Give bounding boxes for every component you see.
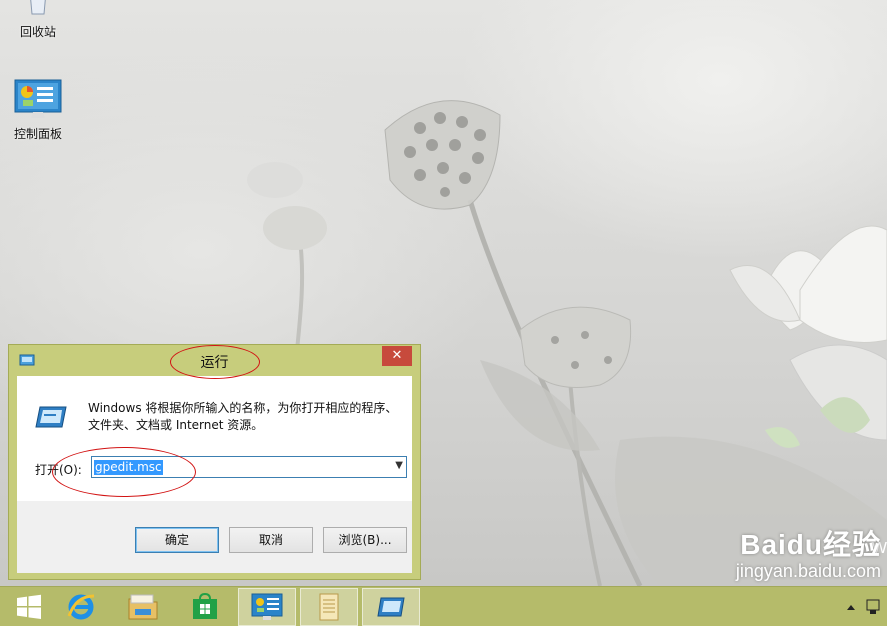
store-icon <box>193 593 217 619</box>
taskbar-file-explorer[interactable] <box>114 588 172 626</box>
run-dialog-icon <box>377 597 405 617</box>
run-dialog-titlebar[interactable]: 运行 ✕ <box>9 345 420 375</box>
taskbar-run[interactable] <box>362 588 420 626</box>
taskbar <box>0 586 887 626</box>
browse-button[interactable]: 浏览(B)... <box>323 527 407 553</box>
run-dialog-title: 运行 <box>200 355 229 371</box>
notepad-scroll-icon <box>319 593 339 621</box>
chevron-down-icon[interactable]: ▼ <box>395 460 403 471</box>
run-description: Windows 将根据你所输入的名称，为你打开相应的程序、文件夹、文档或 Int… <box>88 401 398 432</box>
system-tray-icons[interactable] <box>843 597 883 617</box>
windows-start-icon <box>17 594 41 619</box>
taskbar-internet-explorer[interactable] <box>52 588 110 626</box>
run-dialog-client: Windows 将根据你所输入的名称，为你打开相应的程序、文件夹、文档或 Int… <box>17 376 412 573</box>
open-combobox[interactable]: gpedit.msc ▼ <box>91 456 407 478</box>
close-button[interactable]: ✕ <box>382 346 412 366</box>
control-panel-icon <box>251 593 283 620</box>
taskbar-notepad[interactable] <box>300 588 358 626</box>
watermark-url: jingyan.baidu.com <box>735 561 881 581</box>
open-input-value[interactable]: gpedit.msc <box>94 460 163 475</box>
desktop-icon-recycle-bin[interactable]: 回收站 <box>6 0 70 40</box>
cancel-button[interactable]: 取消 <box>229 527 313 553</box>
ok-button[interactable]: 确定 <box>135 527 219 553</box>
open-label: 打开(O): <box>35 463 82 477</box>
file-explorer-icon <box>128 594 158 620</box>
watermark-brand: Baidu经验 <box>740 529 881 560</box>
internet-explorer-icon <box>67 594 95 620</box>
control-panel-icon <box>14 79 62 118</box>
desktop-icon-label: 控制面板 <box>13 127 62 141</box>
run-dialog: 运行 ✕ Windows 将根据你所输入的名称，为你打开相应的程序、文件夹、文档… <box>8 344 421 580</box>
desktop-icon-control-panel[interactable]: 控制面板 <box>6 78 70 142</box>
start-button[interactable] <box>0 588 58 626</box>
recycle-bin-icon <box>30 0 46 15</box>
baidu-jingyan-watermark: Baidu经验 jingyan.baidu.com <box>736 523 881 582</box>
taskbar-control-panel[interactable] <box>238 588 296 626</box>
desktop-icon-label: 回收站 <box>19 25 56 39</box>
taskbar-store[interactable] <box>176 588 234 626</box>
run-program-icon <box>35 406 67 428</box>
